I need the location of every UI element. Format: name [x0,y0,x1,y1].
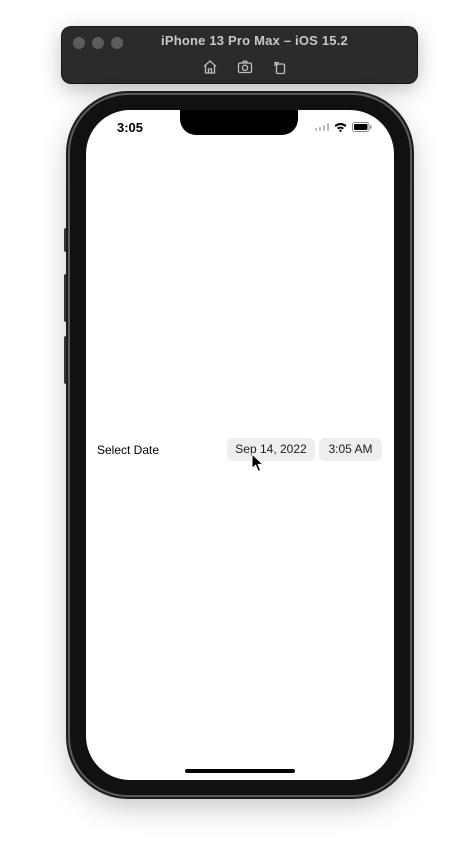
action-switch [64,228,69,252]
battery-icon [352,122,372,132]
screenshot-button[interactable] [236,58,254,76]
status-icons [315,122,372,132]
stage: iPhone 13 Pro Max – iOS 15.2 3:05 Select… [0,0,470,844]
rotate-icon [271,58,289,76]
home-button[interactable] [201,58,219,76]
status-time: 3:05 [117,120,144,135]
rotate-button[interactable] [271,58,289,76]
camera-icon [236,58,254,76]
home-indicator[interactable] [185,769,295,773]
date-button[interactable]: Sep 14, 2022 [227,438,315,461]
wifi-icon [334,122,347,132]
volume-up-button [64,274,69,322]
signal-icon [315,123,329,131]
volume-down-button [64,336,69,384]
phone-screen: 3:05 Select Date Sep 14, 2022 3:05 AM [86,110,394,780]
date-picker-row: Select Date Sep 14, 2022 3:05 AM [86,438,394,462]
notch [180,110,298,135]
simulator-title: iPhone 13 Pro Max – iOS 15.2 [161,33,348,48]
simulator-title-bar: iPhone 13 Pro Max – iOS 15.2 [62,27,417,83]
home-icon [201,58,219,76]
time-button[interactable]: 3:05 AM [319,438,382,461]
mouse-cursor-icon [251,453,265,473]
date-picker-label: Select Date [97,443,160,457]
